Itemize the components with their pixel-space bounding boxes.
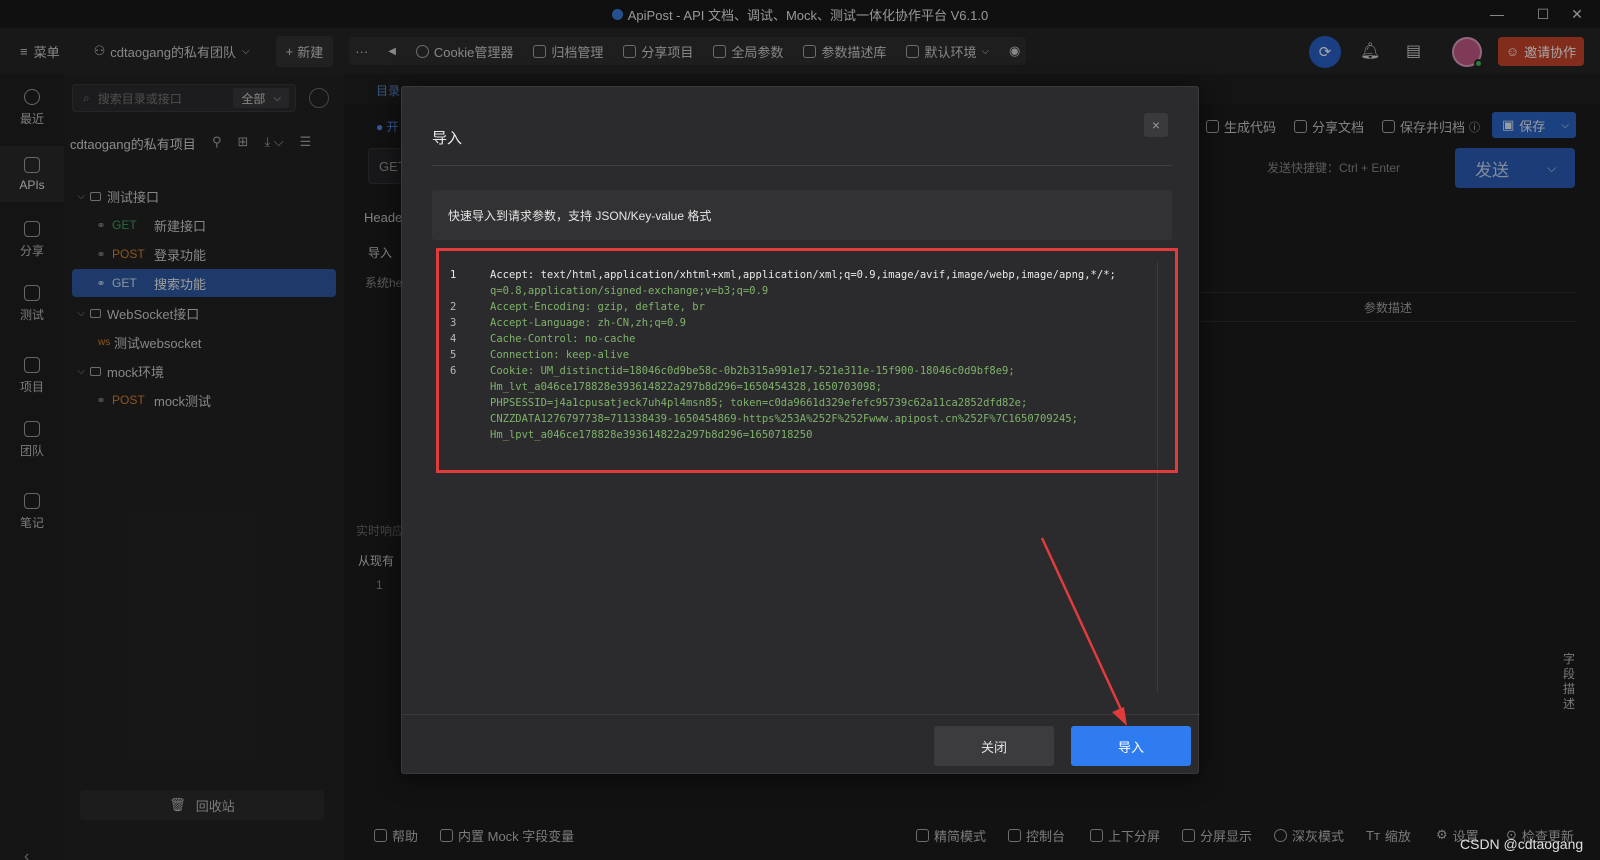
watermark: CSDN @cdtaogang xyxy=(1460,836,1584,852)
code-text: Accept-Encoding: gzip, deflate, br xyxy=(490,301,705,313)
import-dialog: 导入 × 快速导入到请求参数，支持 JSON/Key-value 格式 1 Acc… xyxy=(401,86,1200,774)
line-number xyxy=(450,379,490,395)
code-content: 1 Accept: text/html,application/xhtml+xml… xyxy=(450,267,1150,443)
code-text: Hm_lpvt_a046ce178828e393614822a297b8d296… xyxy=(490,429,813,441)
line-number: 1 xyxy=(450,269,457,281)
code-line: Hm_lpvt_a046ce178828e393614822a297b8d296… xyxy=(450,427,1150,443)
line-number: 4 xyxy=(450,333,457,345)
import-button[interactable]: 导入 xyxy=(1071,726,1191,766)
line-number: 2 xyxy=(450,301,457,313)
code-line: Hm_lvt_a046ce178828e393614822a297b8d296=… xyxy=(450,379,1150,395)
line-number xyxy=(450,283,490,299)
code-line: 6 Cookie: UM_distinctid=18046c0d9be58c-0b… xyxy=(450,363,1150,379)
line-number xyxy=(450,395,490,411)
code-line: 3 Accept-Language: zh-CN,zh;q=0.9 xyxy=(450,315,1150,331)
code-text: q=0.8,application/signed-exchange;v=b3;q… xyxy=(490,285,769,297)
code-line: 1 Accept: text/html,application/xhtml+xml… xyxy=(450,267,1150,283)
dialog-footer-divider xyxy=(402,714,1200,715)
divider xyxy=(432,165,1172,166)
code-line: 2 Accept-Encoding: gzip, deflate, br xyxy=(450,299,1150,315)
code-text: Cookie: UM_distinctid=18046c0d9be58c-0b2… xyxy=(490,365,1015,377)
code-line: PHPSESSID=j4a1cpusatjeck7uh4pl4msn85; to… xyxy=(450,395,1150,411)
code-line: q=0.8,application/signed-exchange;v=b3;q… xyxy=(450,283,1150,299)
import-hint: 快速导入到请求参数，支持 JSON/Key-value 格式 xyxy=(432,190,1172,240)
code-text: Accept: text/html,application/xhtml+xml,… xyxy=(490,269,1116,281)
line-number: 5 xyxy=(450,349,457,361)
code-text: Connection: keep-alive xyxy=(490,349,630,361)
dialog-title: 导入 xyxy=(432,130,463,147)
code-line: 5 Connection: keep-alive xyxy=(450,347,1150,363)
close-icon[interactable]: × xyxy=(1144,113,1168,137)
line-number xyxy=(450,411,490,427)
code-line: CNZZDATA1276797738=711338439-1650454869-… xyxy=(450,411,1150,427)
code-text: CNZZDATA1276797738=711338439-1650454869-… xyxy=(490,413,1078,425)
code-text: Accept-Language: zh-CN,zh;q=0.9 xyxy=(490,317,686,329)
line-number: 6 xyxy=(450,365,457,377)
line-number: 3 xyxy=(450,317,457,329)
code-text: Hm_lvt_a046ce178828e393614822a297b8d296=… xyxy=(490,381,882,393)
code-text: Cache-Control: no-cache xyxy=(490,333,636,345)
code-line: 4 Cache-Control: no-cache xyxy=(450,331,1150,347)
close-button[interactable]: 关闭 xyxy=(934,726,1054,766)
code-text: PHPSESSID=j4a1cpusatjeck7uh4pl4msn85; to… xyxy=(490,397,1028,409)
line-number xyxy=(450,427,490,443)
